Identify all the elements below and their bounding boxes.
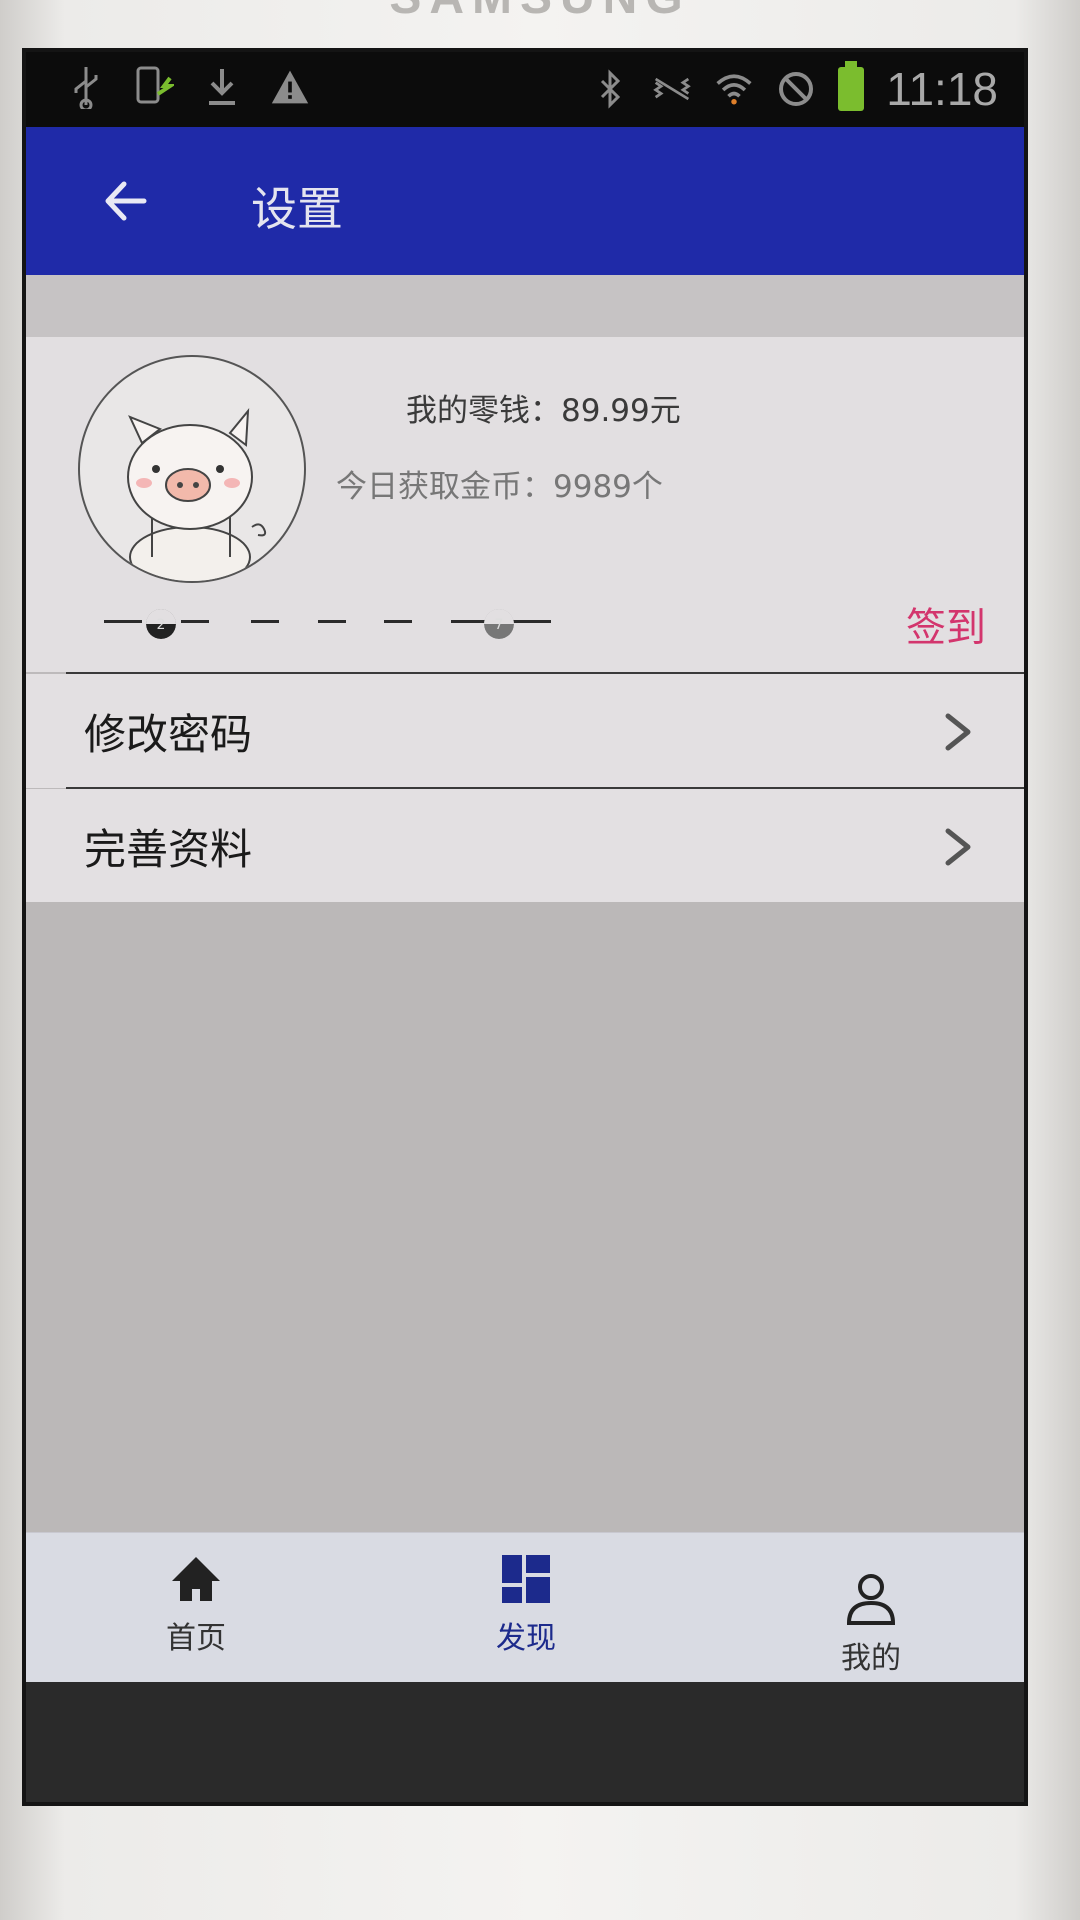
checkin-day-label: 2 xyxy=(156,617,166,633)
screen: 11:18 设置 我的零钱：89.99元 今日获取金币：9989个 2 7 签到… xyxy=(22,48,1028,1806)
menu-item-complete-profile[interactable]: 完善资料 xyxy=(26,789,1024,903)
battery-charging-icon xyxy=(838,61,865,111)
menu-item-label: 完善资料 xyxy=(84,824,253,874)
nav-label: 首页 xyxy=(166,1621,226,1656)
coins-text: 今日获取金币：9989个 xyxy=(336,469,663,505)
back-button[interactable] xyxy=(96,171,156,231)
checkin-day-dot: 7 xyxy=(484,609,514,639)
progress-dash xyxy=(104,620,142,623)
blocked-icon xyxy=(776,66,816,112)
bottom-navigation: 首页 发现 我的 xyxy=(26,1532,1024,1682)
nav-item-home[interactable]: 首页 xyxy=(116,1551,276,1657)
vibrate-icon xyxy=(652,66,692,112)
checkin-day-label: 7 xyxy=(494,617,504,633)
balance-text: 我的零钱：89.99元 xyxy=(406,393,681,429)
progress-dash xyxy=(318,620,346,623)
person-icon xyxy=(846,1574,896,1625)
nav-label: 发现 xyxy=(496,1621,556,1656)
arrow-left-icon xyxy=(105,181,147,221)
header-spacer xyxy=(26,275,1024,337)
usb-icon xyxy=(66,64,106,110)
nav-label: 我的 xyxy=(841,1641,901,1676)
menu-item-change-password[interactable]: 修改密码 xyxy=(26,674,1024,788)
phone-frame: SAMSUNG xyxy=(0,0,1080,1920)
nav-item-mine[interactable]: 我的 xyxy=(791,1571,951,1677)
chevron-right-icon xyxy=(945,713,971,751)
checkin-button[interactable]: 签到 xyxy=(906,595,986,653)
home-icon xyxy=(172,1557,220,1601)
phone-sync-icon xyxy=(134,64,174,110)
status-bar: 11:18 xyxy=(26,52,1024,127)
wifi-icon xyxy=(714,66,754,112)
warning-icon xyxy=(270,64,310,110)
progress-dash xyxy=(384,620,412,623)
status-time: 11:18 xyxy=(886,63,998,115)
device-brand: SAMSUNG xyxy=(0,0,1080,25)
content-empty-area xyxy=(26,902,1024,1532)
download-icon xyxy=(202,64,242,110)
checkin-day-dot: 2 xyxy=(146,609,176,639)
profile-card: 我的零钱：89.99元 今日获取金币：9989个 2 7 签到 xyxy=(26,337,1024,672)
pig-avatar-icon xyxy=(127,407,267,581)
nav-item-discover[interactable]: 发现 xyxy=(446,1551,606,1657)
screen-bezel-bottom xyxy=(26,1682,1024,1802)
grid-icon xyxy=(502,1555,550,1603)
page-title: 设置 xyxy=(251,182,343,236)
app-bar: 设置 xyxy=(26,127,1024,275)
checkin-progress: 2 7 签到 xyxy=(26,587,1024,657)
avatar[interactable] xyxy=(78,355,306,583)
progress-dash xyxy=(251,620,279,623)
menu-item-label: 修改密码 xyxy=(84,709,253,759)
bluetooth-icon xyxy=(590,66,630,112)
chevron-right-icon xyxy=(945,828,971,866)
progress-dash xyxy=(181,620,209,623)
